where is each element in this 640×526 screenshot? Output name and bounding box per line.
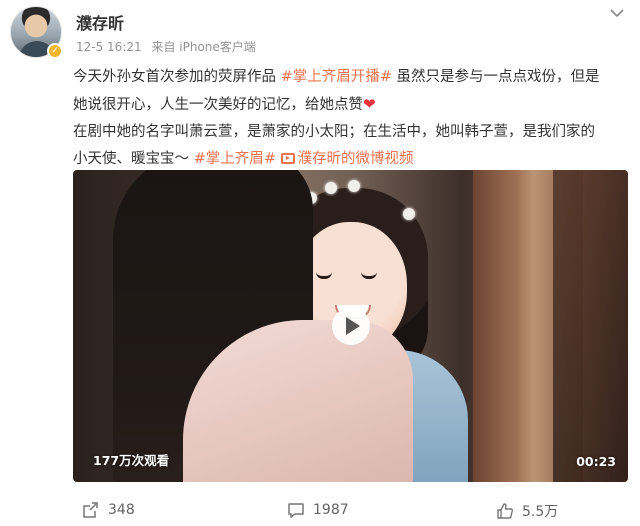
like-button[interactable]: 5.5万 [496, 501, 558, 521]
thumbs-up-icon [497, 503, 513, 519]
action-bar: 348 1987 5.5万 [0, 492, 640, 526]
video-link-icon [280, 153, 295, 164]
post-line-3: 在剧中她的名字叫萧云萱，是萧家的小太阳；在生活中，她叫韩子萱，是我们家的 [73, 119, 633, 146]
text-segment: 她说很开心，人生一次美好的记忆，给她点赞 [73, 97, 363, 113]
repost-icon [83, 502, 98, 518]
hair-ornament [325, 182, 337, 194]
post-header: ✓ 濮存昕 12-5 16:21 来自 iPhone客户端 [0, 0, 640, 64]
author-name[interactable]: 濮存昕 [76, 10, 124, 34]
chevron-down-icon[interactable] [608, 6, 626, 20]
post-line-4: 小天使、暖宝宝～ #掌上齐眉# 濮存昕的微博视频 [73, 146, 633, 173]
hair-ornament [348, 180, 360, 192]
scene-background [553, 170, 628, 482]
video-duration: 00:23 [576, 454, 616, 469]
text-segment: 虽然只是参与一点点戏份，但是 [391, 69, 600, 85]
video-link-label: 濮存昕的微博视频 [297, 151, 414, 167]
video-link[interactable]: 濮存昕的微博视频 [280, 151, 414, 167]
repost-count: 348 [108, 502, 135, 518]
comment-icon [288, 503, 304, 518]
hashtag-link[interactable]: #掌上齐眉# [194, 151, 276, 167]
post-meta: 12-5 16:21 来自 iPhone客户端 [76, 38, 262, 55]
text-segment: 小天使、暖宝宝～ [73, 151, 194, 167]
verified-badge-icon: ✓ [47, 43, 63, 59]
post-text: 今天外孙女首次参加的荧屏作品 #掌上齐眉开播# 虽然只是参与一点点戏份，但是 她… [73, 64, 633, 173]
view-count: 177万次观看 [93, 453, 170, 468]
play-icon[interactable] [332, 307, 370, 345]
post-line-2: 她说很开心，人生一次美好的记忆，给她点赞❤ [73, 91, 633, 119]
hashtag-link[interactable]: #掌上齐眉开播# [281, 69, 392, 85]
video-player[interactable]: 177万次观看 00:23 [73, 170, 628, 482]
repost-button[interactable]: 348 [82, 501, 135, 519]
comment-button[interactable]: 1987 [287, 501, 349, 519]
like-count: 5.5万 [522, 504, 559, 520]
hair-ornament [403, 208, 415, 220]
post-line-1: 今天外孙女首次参加的荧屏作品 #掌上齐眉开播# 虽然只是参与一点点戏份，但是 [73, 64, 633, 91]
post-date[interactable]: 12-5 16:21 [76, 40, 142, 54]
heart-icon: ❤ [363, 95, 376, 113]
comment-count: 1987 [313, 502, 349, 518]
text-segment: 今天外孙女首次参加的荧屏作品 [73, 69, 281, 85]
post-source: 来自 iPhone客户端 [151, 40, 256, 54]
text-segment: 在剧中她的名字叫萧云萱，是萧家的小太阳；在生活中，她叫韩子萱，是我们家的 [73, 124, 595, 140]
